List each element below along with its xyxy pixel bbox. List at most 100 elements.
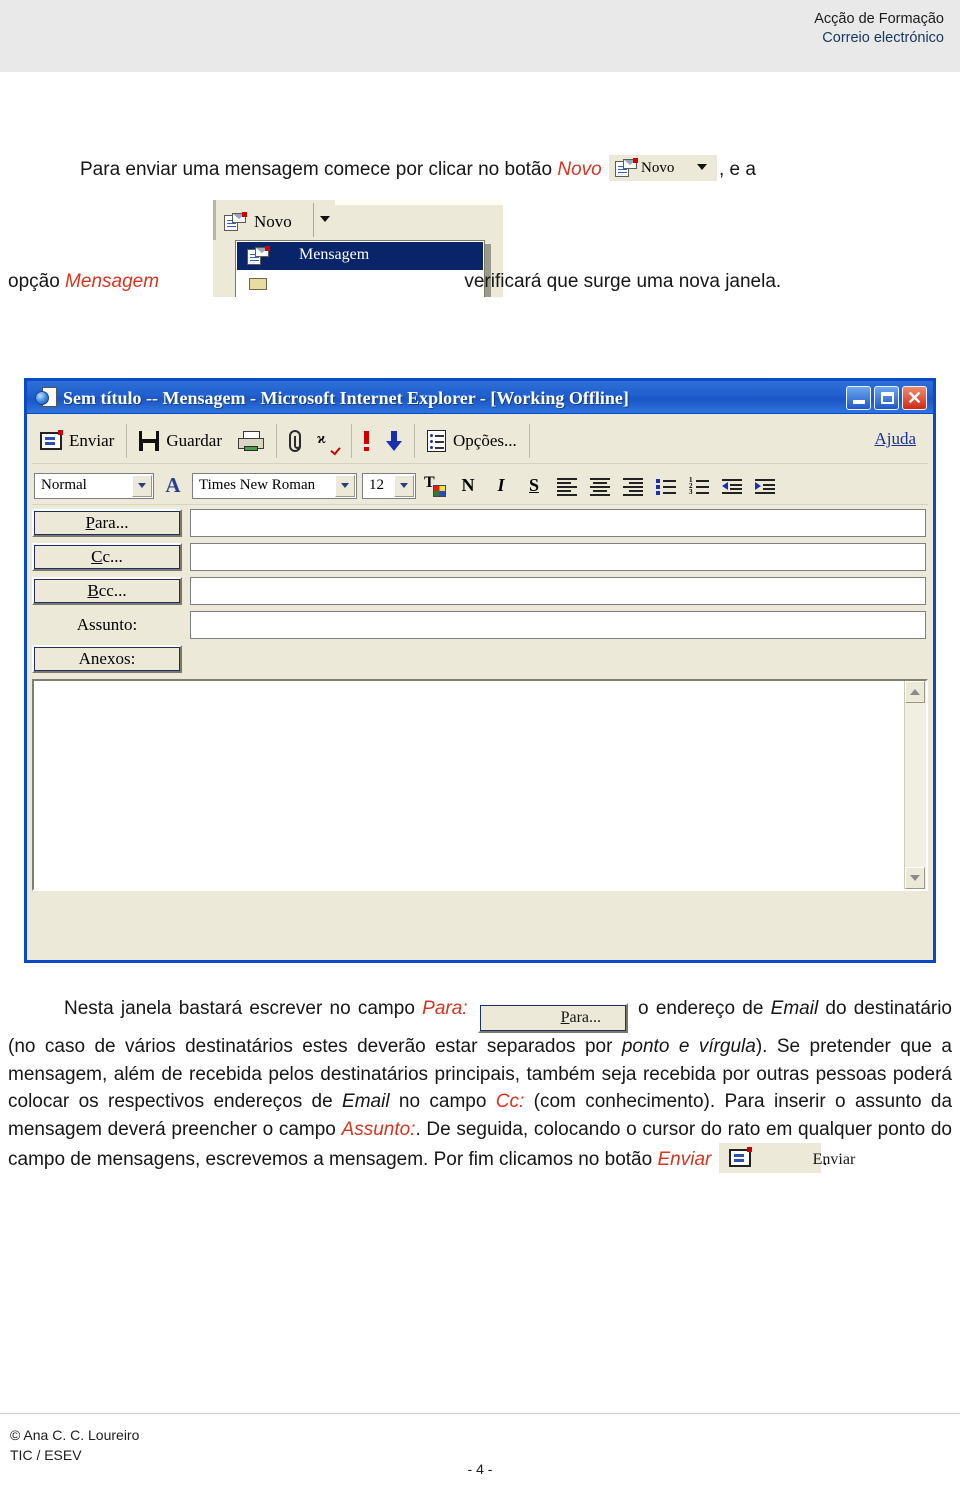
- toolbar-button-opcoes-label: Opções...: [453, 430, 517, 450]
- bulleted-list-button[interactable]: [652, 472, 680, 500]
- format-toolbar: Normal A Times New Roman 12 T N I S 1 2 …: [32, 467, 928, 505]
- font-color-icon: T: [424, 474, 446, 497]
- paragraph-instructions: Nesta janela bastará escrever no campo P…: [8, 995, 952, 1174]
- novo-toolbar-button[interactable]: Novo: [219, 206, 323, 236]
- p3-text-5: no campo: [389, 1091, 496, 1113]
- font-family-combo[interactable]: Times New Roman: [192, 472, 357, 499]
- align-center-icon: [590, 477, 610, 496]
- emphasis-assunto: Assunto:: [341, 1118, 416, 1140]
- footer-divider: [0, 1413, 960, 1414]
- cc-button-label: c...: [102, 547, 123, 566]
- toolbar-button-guardar[interactable]: Guardar: [131, 421, 230, 461]
- footer-author: © Ana C. C. Loureiro: [10, 1427, 140, 1443]
- align-left-button[interactable]: [553, 472, 581, 500]
- footer-credits: © Ana C. C. Loureiro TIC / ESEV: [10, 1425, 139, 1466]
- anexos-button[interactable]: Anexos:: [32, 645, 182, 673]
- align-center-button[interactable]: [586, 472, 614, 500]
- p3-text-1: Nesta janela bastará escrever no campo: [64, 998, 423, 1019]
- emphasis-novo: Novo: [557, 159, 602, 180]
- app-icon: [35, 387, 57, 409]
- font-size-combo[interactable]: 12: [362, 472, 416, 499]
- paragraph-style-value: Normal: [41, 477, 87, 493]
- minimize-button[interactable]: [846, 386, 871, 410]
- printer-icon: [238, 430, 265, 451]
- field-row-cc: Cc...: [32, 543, 928, 571]
- low-priority-icon: [386, 430, 403, 451]
- decrease-indent-button[interactable]: [718, 472, 746, 500]
- window-title-bar: Sem título -- Mensagem - Microsoft Inter…: [27, 378, 933, 414]
- message-body-editor[interactable]: [32, 679, 928, 891]
- paperclip-icon: [289, 429, 302, 452]
- compose-window-screenshot: Sem título -- Mensagem - Microsoft Inter…: [24, 378, 936, 963]
- italic-button[interactable]: I: [487, 472, 515, 500]
- chevron-down-icon[interactable]: [132, 474, 152, 497]
- running-footer: © Ana C. C. Loureiro TIC / ESEV - 4 -: [0, 1413, 960, 1485]
- toolbar-button-enviar[interactable]: Enviar: [32, 421, 122, 461]
- bcc-input[interactable]: [190, 577, 926, 605]
- scroll-down-icon[interactable]: [905, 867, 925, 889]
- chevron-down-icon[interactable]: [394, 474, 414, 497]
- maximize-button[interactable]: [874, 386, 899, 410]
- toolbar-button-high-priority[interactable]: [356, 421, 378, 461]
- close-button[interactable]: ✕: [902, 386, 927, 410]
- novo-dropdown-arrow-button[interactable]: [313, 203, 335, 237]
- bold-label: N: [461, 475, 475, 495]
- new-mail-icon: [615, 158, 638, 177]
- para-input[interactable]: [190, 509, 926, 537]
- underline-button[interactable]: S: [520, 472, 548, 500]
- toolbar-button-spellcheck[interactable]: ϰ: [309, 421, 347, 461]
- p3-text-2: o endereço de: [630, 998, 771, 1019]
- menu-item-mensagem-label: Mensagem: [299, 246, 370, 263]
- para-button-screenshot[interactable]: Para...: [477, 1003, 628, 1033]
- underline-label: S: [528, 475, 539, 495]
- increase-indent-button[interactable]: [751, 472, 779, 500]
- numbered-list-icon: 1 2 3: [689, 476, 709, 495]
- assunto-input[interactable]: [190, 611, 926, 639]
- cc-input[interactable]: [190, 543, 926, 571]
- toolbar-separator: [528, 423, 530, 458]
- align-right-button[interactable]: [619, 472, 647, 500]
- enviar-button-label: Enviar: [812, 1151, 856, 1169]
- font-color-button[interactable]: T: [421, 472, 449, 500]
- scroll-up-icon[interactable]: [905, 681, 925, 703]
- window-controls: ✕: [846, 386, 927, 410]
- para-button[interactable]: Para...: [32, 509, 182, 537]
- paragraph-style-combo[interactable]: Normal: [34, 472, 154, 499]
- header-course-title: Acção de Formação: [814, 11, 944, 27]
- numbered-list-button[interactable]: 1 2 3: [685, 472, 713, 500]
- body-vertical-scrollbar[interactable]: [904, 681, 926, 889]
- caret-down-icon[interactable]: [697, 164, 707, 170]
- bcc-button[interactable]: Bcc...: [32, 577, 182, 605]
- toolbar-button-print[interactable]: [230, 421, 272, 461]
- help-link[interactable]: Ajuda: [874, 429, 916, 449]
- emphasis-mensagem: Mensagem: [65, 271, 160, 292]
- command-toolbar: Enviar Guardar ϰ Opções... Ajuda: [32, 418, 928, 464]
- toolbar-button-guardar-label: Guardar: [166, 430, 223, 450]
- header-text-block: Acção de Formação Correio electrónico: [814, 10, 944, 48]
- align-left-icon: [557, 477, 577, 496]
- align-right-icon: [623, 477, 643, 496]
- menu-item-mensagem[interactable]: Mensagem: [237, 242, 483, 270]
- paragraph-option-text-a: opção: [8, 271, 66, 292]
- cc-button-accel: C: [91, 547, 103, 566]
- novo-button-screenshot[interactable]: Novo: [609, 155, 717, 181]
- toolbar-button-opcoes[interactable]: Opções...: [419, 421, 525, 461]
- assunto-label: Assunto:: [76, 615, 138, 634]
- toolbar-button-low-priority[interactable]: [378, 421, 410, 461]
- field-row-bcc: Bcc...: [32, 577, 928, 605]
- toolbar-button-attach[interactable]: [281, 421, 309, 461]
- save-disk-icon: [139, 430, 160, 451]
- cc-button[interactable]: Cc...: [32, 543, 182, 571]
- novo-button-label: Novo: [641, 160, 675, 176]
- enviar-button-screenshot[interactable]: Enviar: [718, 1143, 855, 1174]
- bulleted-list-icon: [656, 478, 676, 495]
- font-icon[interactable]: A: [159, 472, 187, 500]
- para-button-label: ara...: [569, 1009, 602, 1026]
- toolbar-button-enviar-label: Enviar: [69, 430, 115, 450]
- chevron-down-icon[interactable]: [335, 474, 355, 497]
- high-priority-icon: [364, 430, 370, 451]
- field-row-assunto: Assunto:: [32, 611, 928, 639]
- paragraph-option-text-b: verificará que surge uma nova janela.: [464, 271, 782, 292]
- toolbar-strip: [335, 200, 503, 205]
- bold-button[interactable]: N: [454, 472, 482, 500]
